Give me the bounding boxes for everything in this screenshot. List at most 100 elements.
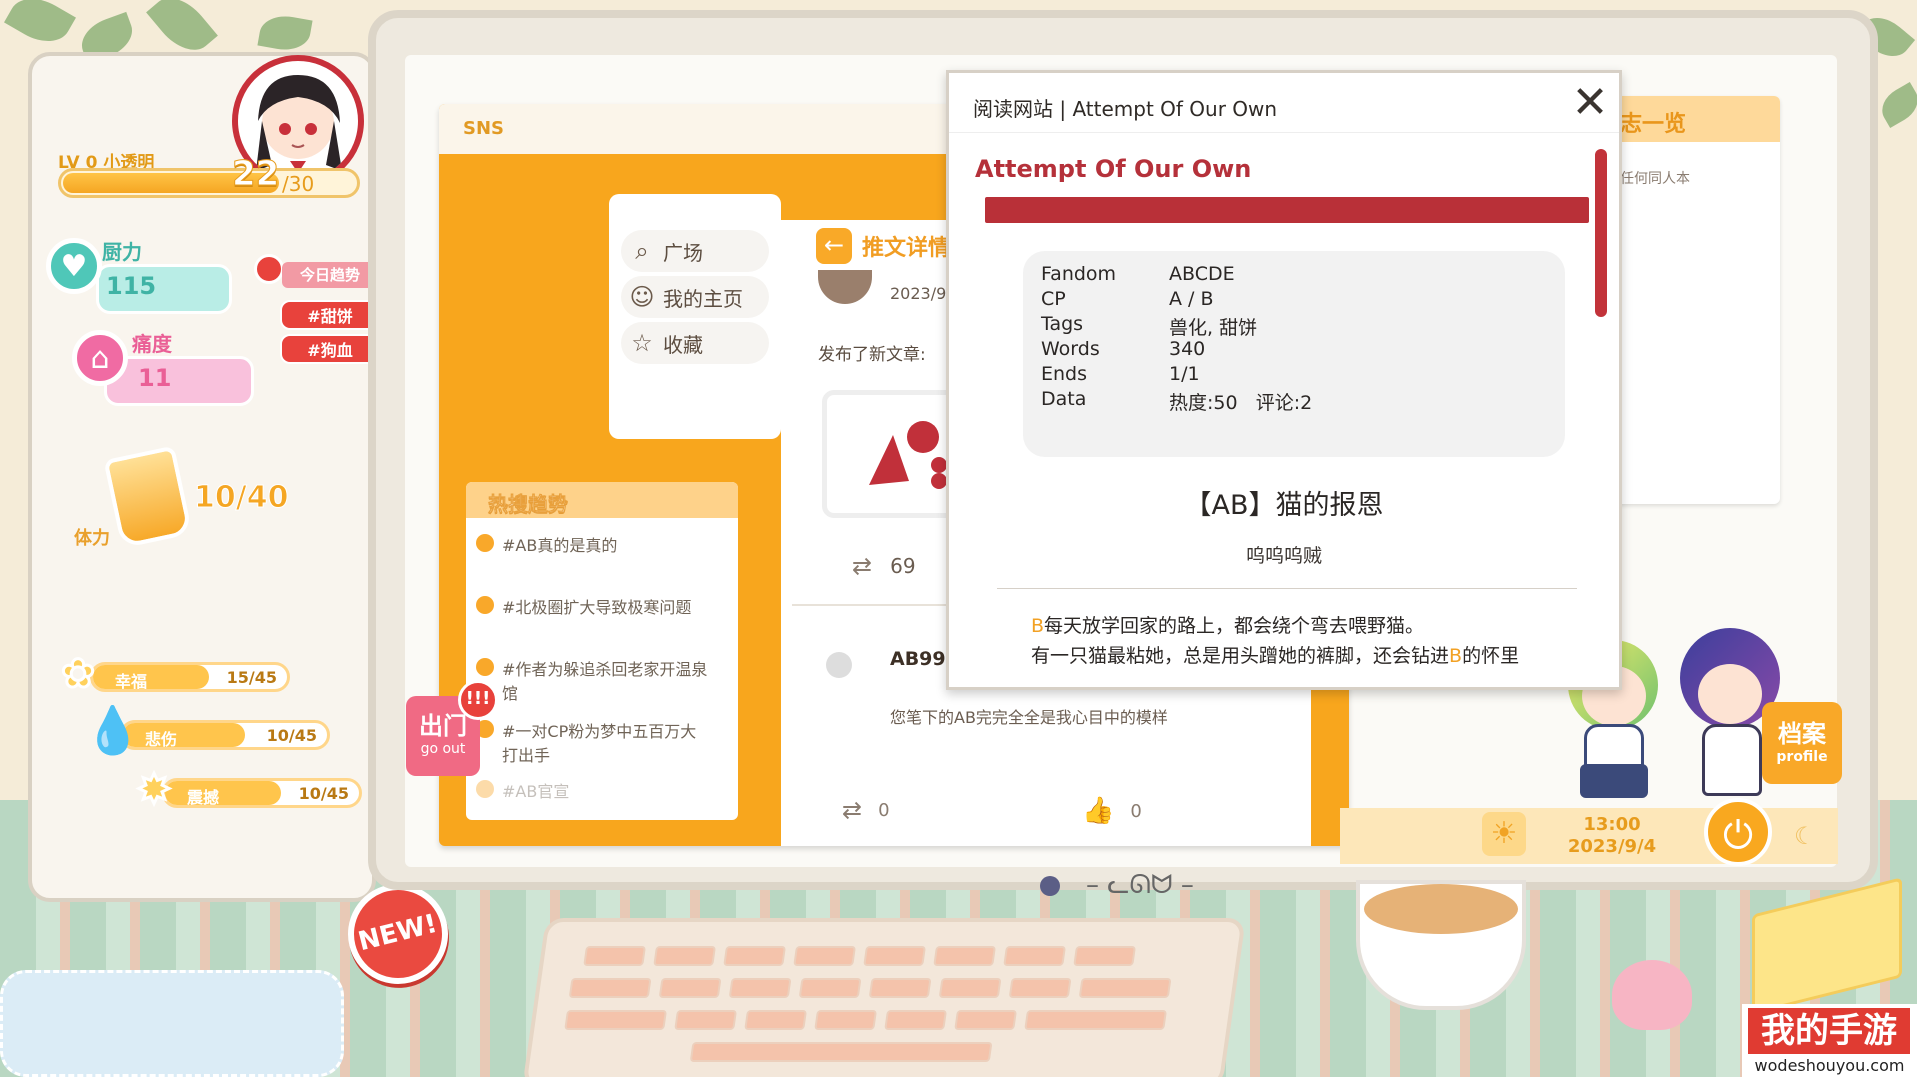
share-count: 69 xyxy=(890,554,916,578)
story-author[interactable]: 呜呜呜贼 xyxy=(949,541,1619,568)
flower-icon: ✿ xyxy=(60,650,97,699)
sns-window-title: SNS xyxy=(463,118,504,139)
profile-button[interactable]: 档案 profile xyxy=(1762,702,1842,784)
watermark-url: wodeshouyou.com xyxy=(1754,1056,1905,1075)
heart-icon: ♥ xyxy=(46,238,102,294)
post-published-text: 发布了新文章: xyxy=(818,345,926,365)
hot-search-text: #AB真的是真的 xyxy=(502,536,618,555)
back-button[interactable]: ← xyxy=(816,228,852,264)
log-window[interactable]: 志一览 任何同人本 xyxy=(1600,96,1780,504)
trend-tag[interactable]: #甜饼 xyxy=(280,300,380,330)
comment-text: 您笔下的AB完完全全是我心目中的模样 xyxy=(890,708,1168,727)
key xyxy=(689,1042,993,1062)
octopus-plush xyxy=(1612,960,1692,1030)
close-button[interactable]: ✕ xyxy=(1565,79,1615,129)
today-trends-label: 今日趋势 xyxy=(282,262,378,288)
profile-sublabel: profile xyxy=(1776,749,1828,765)
reader-titlebar: 阅读网站 | Attempt Of Our Own ✕ xyxy=(949,73,1619,133)
cat-icon: – ᓚᘏᗢ – xyxy=(1086,870,1194,900)
hot-search-item[interactable]: #北极圈扩大导致极寒问题 xyxy=(476,594,726,618)
hot-search-item[interactable]: #AB官宣 xyxy=(476,778,726,802)
bullet-icon xyxy=(476,596,494,614)
post-header-title: 推文详情 xyxy=(862,236,951,261)
exp-current: 22 xyxy=(231,154,280,195)
emotion-value: 15/45 xyxy=(226,668,277,687)
hot-search-item[interactable]: #一对CP粉为梦中五百万大打出手 xyxy=(476,718,726,766)
user-icon: ☺ xyxy=(629,283,655,311)
nav-favorites[interactable]: ☆ 收藏 xyxy=(621,322,769,364)
comment-retweet-button[interactable]: ⇄ 0 xyxy=(842,796,890,824)
meta-value: 兽化, 甜饼 xyxy=(1169,317,1258,339)
hot-search-item[interactable]: #AB真的是真的 xyxy=(476,532,726,556)
coffee xyxy=(1364,884,1518,934)
story-text: 每天放学回家的路上，都会绕个弯去喂野猫。 xyxy=(1044,615,1425,637)
drink-cup-icon xyxy=(103,445,193,549)
story-highlight: B xyxy=(1449,645,1463,667)
reader-window-title: 阅读网站 | Attempt Of Our Own xyxy=(973,97,1278,121)
webcam-dot xyxy=(1040,876,1060,896)
key xyxy=(1078,978,1172,998)
power-button[interactable]: ⏻ xyxy=(1704,798,1772,866)
nav-label: 广场 xyxy=(663,240,703,265)
work-meta-box: Fandom ABCDE CP A / B Tags 兽化, 甜饼 Words … xyxy=(1023,251,1565,457)
site-banner xyxy=(985,197,1589,223)
site-title: Attempt Of Our Own xyxy=(975,155,1252,183)
nav-plaza[interactable]: ⌕ 广场 xyxy=(621,230,769,272)
meta-value: A / B xyxy=(1169,288,1214,310)
meta-row: Ends 1/1 xyxy=(1041,363,1200,385)
keyboard xyxy=(522,918,1246,1077)
pain-label: 痛度 xyxy=(132,332,172,356)
key xyxy=(1024,1010,1168,1030)
comment-avatar[interactable] xyxy=(826,652,852,678)
emotion-fill xyxy=(93,665,210,689)
comment-like-button[interactable]: 👍 0 xyxy=(1082,796,1142,826)
meta-key: Ends xyxy=(1041,363,1088,385)
trend-pin-icon xyxy=(254,254,284,284)
nav-label: 我的主页 xyxy=(663,286,743,311)
comment-username[interactable]: AB99 xyxy=(890,648,946,670)
emotion-bar-shock: 震撼 10/45 xyxy=(162,778,362,808)
reader-window: 阅读网站 | Attempt Of Our Own ✕ Attempt Of O… xyxy=(946,70,1622,690)
profile-label: 档案 xyxy=(1778,720,1826,748)
hot-search-item[interactable]: #作者为躲追杀回老家开温泉馆 xyxy=(476,656,726,704)
thumbs-up-icon: 👍 xyxy=(1082,796,1115,826)
share-button[interactable]: ⇄ 69 xyxy=(852,552,916,580)
story-text: 的怀里 xyxy=(1462,645,1520,667)
pain-value: 11 xyxy=(138,364,172,392)
story-highlight: B xyxy=(1031,615,1045,637)
stamina-value: 10/40 xyxy=(193,480,289,516)
meta-value: 340 xyxy=(1169,338,1206,360)
post-date: 2023/9/ xyxy=(890,284,952,303)
star-icon: ☆ xyxy=(631,329,653,357)
moon-icon[interactable]: ☾ xyxy=(1794,822,1816,850)
close-icon: ✕ xyxy=(1571,77,1609,128)
meta-row: Data 热度:50 评论:2 xyxy=(1041,388,1312,415)
search-icon: ⌕ xyxy=(635,237,649,265)
log-header: 志一览 xyxy=(1600,96,1780,142)
meta-row: Fandom ABCDE xyxy=(1041,263,1235,285)
meta-key: Fandom xyxy=(1041,263,1117,285)
hot-search-title: 热搜趋势 xyxy=(488,492,569,517)
key xyxy=(793,946,857,966)
key xyxy=(933,946,997,966)
nav-my-home[interactable]: ☺ 我的主页 xyxy=(621,276,769,318)
sun-icon[interactable]: ☀ xyxy=(1482,812,1526,856)
trend-tag[interactable]: #狗血 xyxy=(280,334,380,364)
key xyxy=(564,1010,668,1030)
key xyxy=(728,978,792,998)
hot-search-text: #AB官宣 xyxy=(502,782,570,801)
bullet-icon xyxy=(476,534,494,552)
meta-value: ABCDE xyxy=(1169,263,1235,285)
hot-search-text: #北极圈扩大导致极寒问题 xyxy=(502,598,692,617)
bullet-icon xyxy=(476,658,494,676)
log-subtitle: 任何同人本 xyxy=(1620,171,1690,187)
reader-scrollbar[interactable] xyxy=(1595,149,1607,317)
emotion-name: 震撼 xyxy=(187,788,220,807)
go-out-sublabel: go out xyxy=(420,741,466,757)
emotion-name: 幸福 xyxy=(115,672,148,691)
chibi-face xyxy=(1698,664,1762,724)
watermark-logo: 我的手游 xyxy=(1748,1008,1910,1054)
meta-value: 1/1 xyxy=(1169,363,1200,385)
meta-row: Tags 兽化, 甜饼 xyxy=(1041,313,1257,340)
home-icon: ⌂ xyxy=(72,330,128,386)
